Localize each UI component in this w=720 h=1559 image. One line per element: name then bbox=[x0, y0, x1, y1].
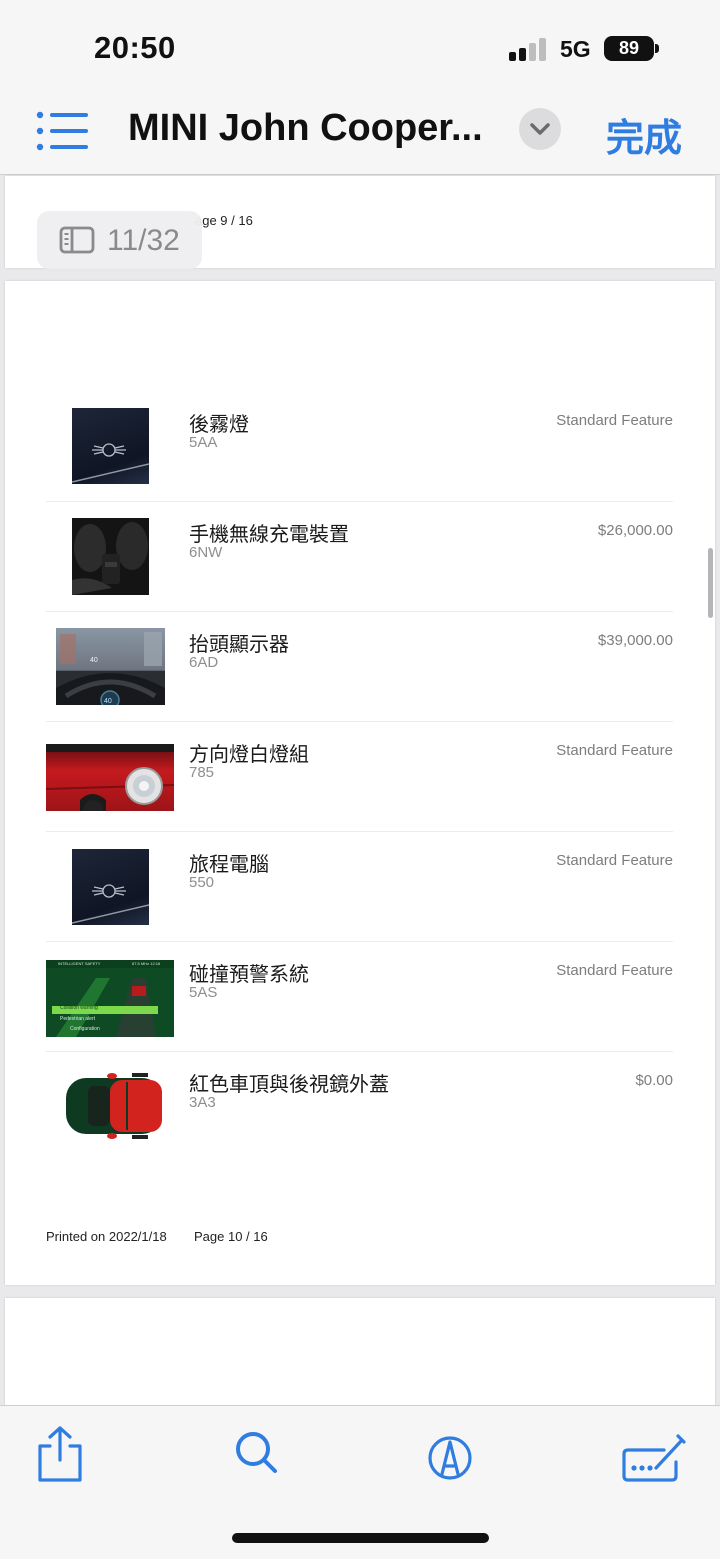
home-indicator[interactable] bbox=[232, 1533, 489, 1543]
item-name: 手機無線充電裝置 bbox=[189, 522, 349, 546]
search-button[interactable] bbox=[228, 1424, 288, 1484]
item-code: 3A3 bbox=[189, 1094, 216, 1111]
hud-thumbnail: 40 40 bbox=[56, 628, 165, 705]
mini-logo-thumbnail bbox=[72, 408, 149, 484]
pdf-page-next bbox=[5, 1298, 715, 1408]
battery-icon: 89 bbox=[604, 36, 654, 61]
item-code: 5AA bbox=[189, 434, 218, 451]
svg-text:40: 40 bbox=[104, 698, 112, 705]
title-menu-button[interactable] bbox=[519, 108, 561, 150]
nav-bar: MINI John Cooper... 完成 bbox=[0, 95, 720, 175]
done-button[interactable]: 完成 bbox=[606, 107, 682, 162]
search-icon bbox=[236, 1432, 277, 1473]
item-name: 方向燈白燈組 bbox=[189, 742, 309, 766]
item-code: 6NW bbox=[189, 544, 223, 561]
sidebar-icon bbox=[59, 226, 95, 254]
list-item: 旅程電腦 550 Standard Feature bbox=[46, 832, 673, 942]
page-indicator[interactable]: 11/32 bbox=[37, 211, 202, 269]
list-icon bbox=[36, 111, 88, 151]
safety-option: Configuration bbox=[70, 1026, 100, 1032]
svg-text:40: 40 bbox=[90, 657, 98, 664]
scrollbar[interactable] bbox=[708, 548, 713, 618]
edit-button[interactable] bbox=[620, 1424, 690, 1484]
item-name: 紅色車頂與後視鏡外蓋 bbox=[189, 1072, 389, 1096]
list-item: 40 40 抬頭顯示器 6AD $39,000.00 bbox=[46, 612, 673, 722]
interior-thumbnail bbox=[72, 518, 149, 595]
item-name: 後霧燈 bbox=[189, 412, 249, 436]
headlight-thumbnail bbox=[46, 744, 174, 811]
markup-button[interactable] bbox=[420, 1424, 480, 1484]
markup-icon bbox=[428, 1436, 472, 1480]
previous-page-number: age 9 / 16 bbox=[195, 213, 253, 228]
item-price: Standard Feature bbox=[556, 852, 673, 869]
share-icon bbox=[38, 1426, 82, 1482]
pdf-page-current: 後霧燈 5AA Standard Feature 手機無線充電裝置 6NW $2… bbox=[5, 281, 715, 1285]
mini-logo-thumbnail bbox=[72, 849, 149, 925]
item-code: 6AD bbox=[189, 654, 219, 671]
printed-date: Printed on 2022/1/18 bbox=[46, 1229, 167, 1244]
edit-icon bbox=[622, 1434, 686, 1482]
item-price: $0.00 bbox=[635, 1072, 673, 1089]
item-code: 785 bbox=[189, 764, 215, 781]
status-bar: 20:50 5G 89 bbox=[0, 0, 720, 95]
item-name: 旅程電腦 bbox=[189, 852, 269, 876]
item-price: Standard Feature bbox=[556, 962, 673, 979]
item-price: Standard Feature bbox=[556, 742, 673, 759]
document-title[interactable]: MINI John Cooper... bbox=[128, 107, 508, 150]
item-code: 550 bbox=[189, 874, 215, 891]
battery-cap bbox=[655, 44, 659, 53]
chevron-down-icon bbox=[530, 123, 550, 135]
car-top-thumbnail bbox=[60, 1070, 164, 1142]
safety-screen-thumbnail: INTELLIGENT SAFETY 87.5 MHz 12:16 Collis… bbox=[46, 960, 174, 1037]
item-price: Standard Feature bbox=[556, 412, 673, 429]
signal-icon bbox=[509, 37, 549, 61]
list-item: 後霧燈 5AA Standard Feature bbox=[46, 392, 673, 502]
item-code: 5AS bbox=[189, 984, 218, 1001]
item-price: $26,000.00 bbox=[597, 522, 673, 539]
outline-list-button[interactable] bbox=[36, 111, 90, 151]
page-number: Page 10 / 16 bbox=[194, 1229, 268, 1244]
network-label: 5G bbox=[560, 36, 591, 62]
item-name: 碰撞預警系統 bbox=[189, 962, 309, 986]
safety-option: Pedestrian alert bbox=[60, 1016, 96, 1022]
item-name: 抬頭顯示器 bbox=[189, 632, 289, 656]
list-item: 手機無線充電裝置 6NW $26,000.00 bbox=[46, 502, 673, 612]
item-price: $39,000.00 bbox=[597, 632, 673, 649]
list-item: 方向燈白燈組 785 Standard Feature bbox=[46, 722, 673, 832]
share-button[interactable] bbox=[30, 1424, 90, 1484]
list-item: INTELLIGENT SAFETY 87.5 MHz 12:16 Collis… bbox=[46, 942, 673, 1052]
safety-option: Collision warning bbox=[60, 1005, 98, 1011]
status-time: 20:50 bbox=[94, 30, 176, 65]
list-item: 紅色車頂與後視鏡外蓋 3A3 $0.00 bbox=[46, 1052, 673, 1162]
page-indicator-text: 11/32 bbox=[107, 224, 180, 257]
